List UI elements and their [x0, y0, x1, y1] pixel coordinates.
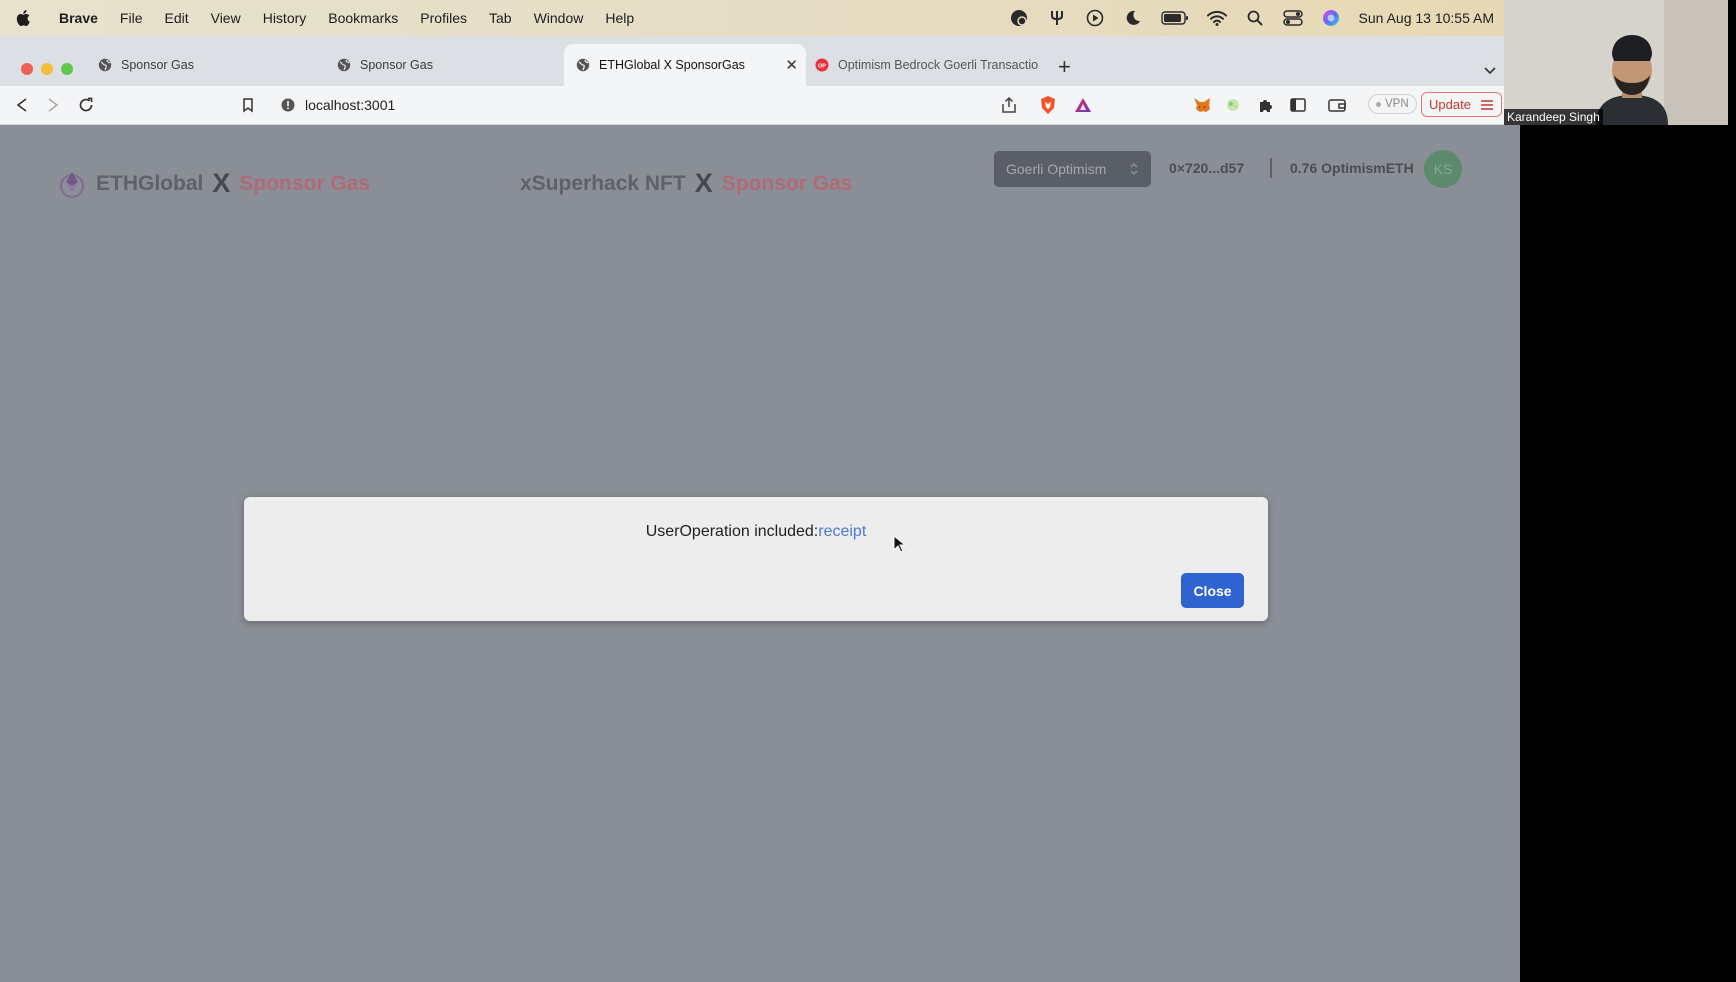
tab-close-icon[interactable]: ✕	[785, 56, 798, 74]
tab-ethglobal-sponsorgas[interactable]: ETHGlobal X SponsorGas ✕	[564, 44, 806, 86]
menu-history[interactable]: History	[263, 10, 307, 26]
bookmark-icon[interactable]	[238, 95, 258, 115]
optimism-logo-icon: OP	[815, 58, 829, 72]
brave-rewards-icon[interactable]	[1073, 95, 1093, 115]
brand-x-separator: X	[212, 168, 231, 198]
menu-window[interactable]: Window	[534, 10, 584, 26]
network-select[interactable]: Goerli Optimism	[994, 151, 1151, 187]
hamburger-menu-icon	[1480, 99, 1493, 110]
vpn-toggle[interactable]: VPN	[1368, 94, 1417, 114]
presenter-name: Karandeep Singh	[1504, 109, 1603, 125]
window-zoom-button[interactable]	[61, 63, 73, 75]
play-icon[interactable]	[1085, 8, 1105, 28]
superhack-name: xSuperhack NFT	[520, 171, 686, 195]
forward-arrow-icon[interactable]	[43, 95, 63, 115]
brand-x-separator: X	[694, 168, 713, 198]
network-select-value: Goerli Optimism	[1006, 161, 1107, 177]
globe-icon	[337, 58, 351, 72]
ethglobal-brand: ETHGlobal X Sponsor Gas	[57, 168, 370, 199]
menu-profiles[interactable]: Profiles	[420, 10, 467, 26]
sponsor-gas-accent: Sponsor Gas	[721, 171, 853, 195]
menu-tab[interactable]: Tab	[489, 10, 512, 26]
globe-icon	[576, 58, 590, 72]
update-label: Update	[1429, 97, 1471, 112]
new-tab-button[interactable]: +	[1058, 54, 1071, 80]
menu-edit[interactable]: Edit	[164, 10, 188, 26]
browser-tab-bar: Sponsor Gas Sponsor Gas ETHGlobal X Spon…	[0, 36, 1504, 86]
spotlight-search-icon[interactable]	[1245, 8, 1265, 28]
tab-sponsor-gas-2[interactable]: Sponsor Gas	[325, 44, 557, 86]
reload-icon[interactable]	[76, 95, 96, 115]
svg-text:OP: OP	[818, 63, 826, 69]
tab-list-chevron-icon[interactable]	[1484, 62, 1496, 80]
battery-icon[interactable]	[1160, 8, 1189, 28]
select-chevrons-icon	[1130, 162, 1138, 176]
tab-optimism-explorer[interactable]: OP Optimism Bedrock Goerli Transactio	[803, 44, 1043, 86]
close-button[interactable]: Close	[1181, 573, 1244, 608]
share-icon[interactable]	[999, 95, 1019, 115]
wifi-icon[interactable]	[1206, 8, 1227, 28]
apple-icon[interactable]	[16, 9, 38, 27]
menubar-clock[interactable]: Sun Aug 13 10:55 AM	[1359, 10, 1494, 26]
ethglobal-logo-icon	[60, 171, 84, 198]
extensions-puzzle-icon[interactable]	[1256, 95, 1276, 115]
brave-shields-icon[interactable]	[1038, 95, 1058, 115]
superhack-brand: xSuperhack NFT X Sponsor Gas	[520, 168, 852, 199]
webcam-overlay: Karandeep Singh	[1504, 0, 1728, 125]
window-minimize-button[interactable]	[41, 63, 53, 75]
sponsor-gas-accent: Sponsor Gas	[239, 171, 371, 195]
site-info-icon[interactable]	[278, 95, 298, 115]
menu-view[interactable]: View	[211, 10, 241, 26]
menu-help[interactable]: Help	[605, 10, 634, 26]
address-bar-url[interactable]: localhost:3001	[305, 97, 395, 113]
window-close-button[interactable]	[21, 63, 33, 75]
wallet-icon[interactable]	[1327, 95, 1347, 115]
globe-icon	[98, 58, 112, 72]
status-icons: Sun Aug 13 10:55 AM	[1009, 8, 1494, 28]
macos-menu-bar: Brave File Edit View History Bookmarks P…	[0, 0, 1504, 36]
vpn-status-dot	[1376, 101, 1381, 107]
web-page-overlay: ETHGlobal X Sponsor Gas xSuperhack NFT X…	[0, 125, 1520, 982]
wallet-balance: 0.76 OptimismETH	[1290, 160, 1414, 176]
extension-green-icon[interactable]	[1223, 95, 1243, 115]
tab-sponsor-gas-1[interactable]: Sponsor Gas	[86, 44, 318, 86]
sidebar-toggle-icon[interactable]	[1288, 95, 1308, 115]
control-center-icon[interactable]	[1282, 8, 1303, 28]
tab-title: Optimism Bedrock Goerli Transactio	[838, 58, 1038, 72]
modal-message-text: UserOperation included:	[645, 523, 819, 540]
ethglobal-name: ETHGlobal	[96, 171, 204, 195]
moon-icon[interactable]	[1123, 8, 1143, 28]
userop-result-modal: UserOperation included:receipt Close	[244, 497, 1268, 621]
browser-toolbar: localhost:3001 VPN Update	[0, 86, 1504, 125]
modal-message: UserOperation included:receipt	[244, 523, 1268, 541]
mouse-cursor-icon	[893, 535, 905, 553]
menu-app-name[interactable]: Brave	[59, 10, 98, 26]
metamask-fox-icon[interactable]	[1192, 95, 1212, 115]
receipt-link[interactable]: receipt	[818, 523, 866, 540]
vpn-label: VPN	[1385, 98, 1409, 110]
siri-icon[interactable]	[1321, 8, 1341, 28]
wallet-address[interactable]: 0×720...d57	[1169, 160, 1244, 176]
menu-bookmarks[interactable]: Bookmarks	[328, 10, 398, 26]
menu-file[interactable]: File	[120, 10, 143, 26]
screen-record-icon[interactable]	[1009, 8, 1029, 28]
presenter-video-icon	[1504, 0, 1728, 125]
account-divider	[1270, 158, 1272, 178]
back-arrow-icon[interactable]	[12, 95, 32, 115]
tab-title: ETHGlobal X SponsorGas	[599, 58, 745, 72]
account-avatar[interactable]: KS	[1424, 150, 1462, 188]
tab-title: Sponsor Gas	[121, 58, 194, 72]
update-button[interactable]: Update	[1421, 92, 1502, 117]
fork-icon[interactable]	[1047, 8, 1067, 28]
tab-title: Sponsor Gas	[360, 58, 433, 72]
